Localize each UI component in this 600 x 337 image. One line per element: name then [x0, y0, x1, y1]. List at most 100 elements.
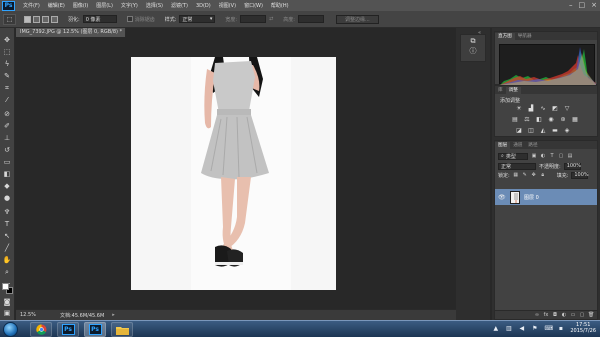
- feather-input[interactable]: 0 像素: [82, 15, 117, 23]
- tab-channels[interactable]: 通道: [510, 142, 525, 149]
- lock-position-icon[interactable]: ✥: [531, 172, 537, 178]
- menu-file[interactable]: 文件(F): [23, 2, 40, 9]
- menu-help[interactable]: 帮助(H): [271, 2, 289, 9]
- tray-app-icon[interactable]: ▲: [492, 325, 499, 332]
- refine-edge-button[interactable]: 调整边缘...: [335, 14, 379, 24]
- dodge-tool-icon[interactable]: ●: [2, 194, 12, 203]
- tab-histogram[interactable]: 直方图: [495, 33, 515, 40]
- history-brush-tool-icon[interactable]: ↺: [2, 146, 12, 155]
- action-center-icon[interactable]: ▪: [557, 325, 564, 332]
- menu-3d[interactable]: 3D(D): [196, 3, 211, 9]
- curves-icon[interactable]: ∿: [539, 105, 547, 112]
- invert-icon[interactable]: ◪: [515, 127, 523, 134]
- pen-tool-icon[interactable]: ♆: [2, 208, 12, 217]
- crop-tool-icon[interactable]: ⌗: [2, 84, 12, 93]
- collapse-dock-icon[interactable]: «: [478, 30, 488, 38]
- lock-image-icon[interactable]: ✎: [522, 172, 528, 178]
- hue-saturation-icon[interactable]: ▤: [511, 116, 519, 123]
- posterize-icon[interactable]: ◫: [527, 127, 535, 134]
- style-select[interactable]: 正常 ▾: [179, 15, 216, 23]
- zoom-tool-icon[interactable]: ⌕: [2, 268, 12, 277]
- screen-mode-icon[interactable]: ▣: [2, 309, 12, 318]
- marquee-tool-icon[interactable]: ⬚: [2, 48, 12, 57]
- new-layer-icon[interactable]: ▢: [579, 312, 585, 318]
- selective-color-icon[interactable]: ◈: [563, 127, 571, 134]
- line-tool-icon[interactable]: ╱: [2, 244, 12, 253]
- antialias-checkbox-box[interactable]: [126, 16, 133, 22]
- hand-tool-icon[interactable]: ✋: [2, 256, 12, 265]
- clone-stamp-tool-icon[interactable]: ⊥: [2, 134, 12, 143]
- layer-filter-select[interactable]: ⌕ 类型: [498, 152, 528, 160]
- vibrance-icon[interactable]: ▽: [563, 105, 571, 112]
- add-selection-icon[interactable]: [33, 15, 40, 23]
- foreground-color-swatch[interactable]: [2, 283, 9, 290]
- status-menu-arrow-icon[interactable]: ▸: [112, 312, 115, 318]
- menu-layer[interactable]: 图层(L): [96, 2, 113, 9]
- brightness-contrast-icon[interactable]: ☀: [515, 105, 523, 112]
- filter-shape-icon[interactable]: ▢: [558, 153, 564, 159]
- document-tab[interactable]: IMG_7392.JPG @ 12.5% (图层 0, RGB/8) *×: [16, 28, 126, 37]
- lock-transparent-icon[interactable]: ▦: [513, 172, 519, 178]
- black-white-icon[interactable]: ◧: [535, 116, 543, 123]
- menu-view[interactable]: 视图(V): [219, 2, 236, 9]
- antialias-checkbox[interactable]: 消除锯齿: [126, 16, 155, 23]
- flag-icon[interactable]: ⚑: [531, 325, 538, 332]
- start-button[interactable]: [3, 322, 18, 337]
- history-panel-icon[interactable]: ⧉: [468, 37, 478, 45]
- exposure-icon[interactable]: ◩: [551, 105, 559, 112]
- properties-panel-icon[interactable]: ⓘ: [468, 47, 478, 55]
- brush-tool-icon[interactable]: ✐: [2, 122, 12, 131]
- new-selection-icon[interactable]: [24, 15, 31, 23]
- taskbar-explorer[interactable]: [111, 322, 133, 337]
- lasso-tool-icon[interactable]: ϟ: [2, 60, 12, 69]
- layer-style-icon[interactable]: fx: [543, 312, 549, 318]
- marquee-tool-preset-icon[interactable]: ⬚: [3, 13, 16, 25]
- eyedropper-tool-icon[interactable]: ⁄: [2, 96, 12, 105]
- type-tool-icon[interactable]: T: [2, 220, 12, 229]
- tab-navigator[interactable]: 导航器: [515, 33, 535, 40]
- healing-brush-tool-icon[interactable]: ⊘: [2, 110, 12, 119]
- path-selection-tool-icon[interactable]: ↖: [2, 232, 12, 241]
- add-mask-icon[interactable]: ◘: [552, 312, 558, 318]
- zoom-level[interactable]: 12.5%: [20, 312, 46, 318]
- taskbar-photoshop-1[interactable]: Ps: [57, 322, 79, 337]
- menu-window[interactable]: 窗口(W): [244, 2, 263, 9]
- move-tool-icon[interactable]: ✥: [2, 36, 12, 45]
- taskbar-photoshop-2[interactable]: Ps: [84, 322, 106, 337]
- link-layers-icon[interactable]: ∞: [534, 312, 540, 318]
- height-input[interactable]: [297, 15, 324, 23]
- quick-mask-icon[interactable]: ◙: [2, 298, 12, 307]
- filter-type-icon[interactable]: T: [549, 153, 555, 159]
- volume-icon[interactable]: ◀: [518, 325, 525, 332]
- filter-adjustment-icon[interactable]: ◐: [540, 153, 546, 159]
- width-input[interactable]: [240, 15, 267, 23]
- tab-libraries[interactable]: 库: [495, 87, 506, 94]
- intersect-selection-icon[interactable]: [51, 15, 58, 23]
- new-adjustment-layer-icon[interactable]: ◐: [561, 312, 567, 318]
- gradient-tool-icon[interactable]: ◧: [2, 170, 12, 179]
- restore-button[interactable]: □: [579, 1, 586, 9]
- close-button[interactable]: ×: [591, 1, 597, 9]
- visibility-eye-icon[interactable]: 👁︎: [498, 194, 506, 201]
- tab-paths[interactable]: 路径: [525, 142, 540, 149]
- quick-select-tool-icon[interactable]: ✎: [2, 72, 12, 81]
- filter-smart-icon[interactable]: ▤: [567, 153, 573, 159]
- delete-layer-icon[interactable]: 🗑︎: [588, 312, 594, 318]
- subtract-selection-icon[interactable]: [42, 15, 49, 23]
- color-balance-icon[interactable]: ⚖: [523, 116, 531, 123]
- menu-filter[interactable]: 滤镜(T): [171, 2, 188, 9]
- taskbar-chrome[interactable]: [30, 322, 52, 337]
- opacity-input[interactable]: 100%: [563, 162, 581, 170]
- blend-mode-select[interactable]: 正常: [498, 162, 536, 170]
- menu-select[interactable]: 选择(S): [146, 2, 163, 9]
- menu-edit[interactable]: 编辑(E): [48, 2, 65, 9]
- layer-name[interactable]: 图层 0: [524, 194, 539, 201]
- blur-tool-icon[interactable]: ◆: [2, 182, 12, 191]
- keyboard-icon[interactable]: ⌨: [544, 325, 553, 332]
- taskbar-clock[interactable]: 17:51 2015/7/26: [570, 322, 596, 334]
- threshold-icon[interactable]: ◭: [539, 127, 547, 134]
- color-lookup-icon[interactable]: ▦: [571, 116, 579, 123]
- gradient-map-icon[interactable]: ▬: [551, 127, 559, 134]
- tab-adjustments[interactable]: 调整: [505, 87, 521, 94]
- lock-all-icon[interactable]: 🔒︎: [540, 172, 546, 178]
